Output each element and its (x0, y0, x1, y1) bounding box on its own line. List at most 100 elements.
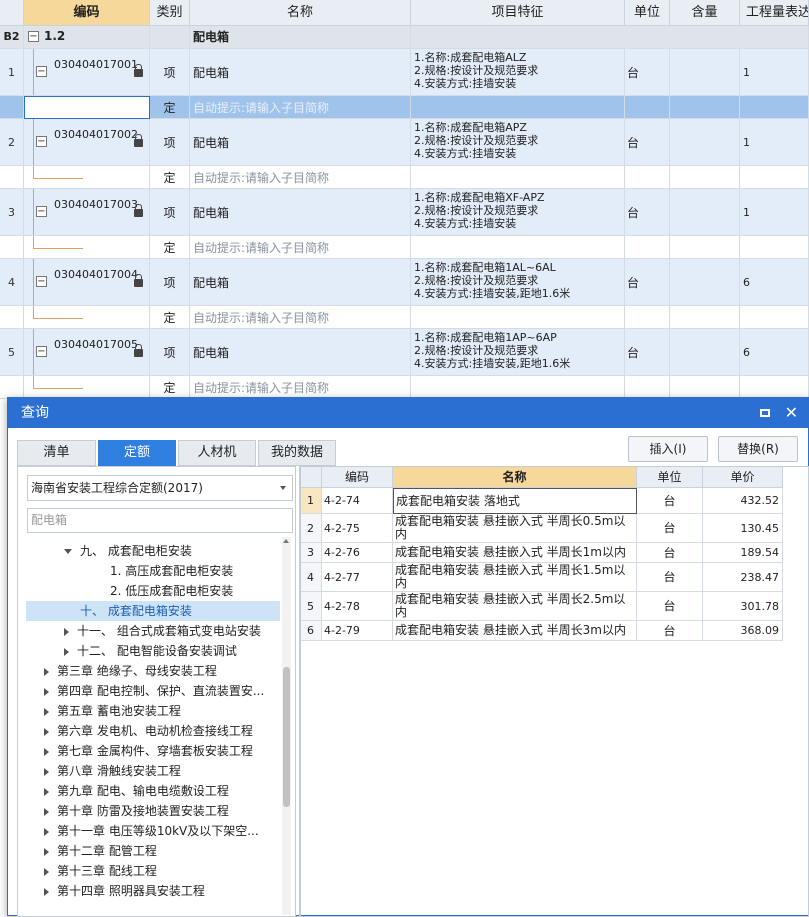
item-content[interactable] (670, 259, 740, 306)
item-code-cell[interactable]: − 030404017001 (24, 49, 150, 96)
tree-item[interactable]: 第三章 绝缘子、母线安装工程 (44, 661, 217, 681)
header-code[interactable]: 编码 (24, 0, 150, 26)
expand-icon[interactable] (64, 647, 69, 656)
item-name[interactable]: 配电箱 (190, 119, 411, 166)
tree-item[interactable]: 第五章 蓄电池安装工程 (44, 701, 181, 721)
tree-item[interactable]: 第十一章 电压等级10kV及以下架空... (44, 821, 259, 841)
tree-item[interactable]: 十、 成套配电箱安装 (26, 601, 280, 621)
item-feature[interactable]: 1.名称:成套配电箱ALZ 2.规格:按设计及规范要求 4.安装方式:挂墙安装 (411, 49, 625, 96)
result-code[interactable]: 4-2-77 (322, 563, 393, 592)
expand-icon[interactable] (44, 707, 49, 716)
tree-item[interactable]: 第十章 防雷及接地装置安装工程 (44, 801, 229, 821)
collapse-icon[interactable]: − (36, 206, 47, 217)
collapse-icon[interactable]: − (28, 31, 39, 42)
tree-item[interactable]: 九、 成套配电柜安装 (64, 541, 192, 561)
sub-hint[interactable]: 自动提示:请输入子目简称 (190, 96, 411, 119)
tree-item[interactable]: 第九章 配电、输电电缆敷设工程 (44, 781, 229, 801)
scrollbar-thumb[interactable] (283, 667, 290, 807)
item-name[interactable]: 配电箱 (190, 329, 411, 376)
scroll-up-icon[interactable] (283, 539, 289, 543)
header-content[interactable]: 含量 (670, 0, 740, 26)
result-name[interactable]: 成套配电箱安装 悬挂嵌入式 半周长0.5m以内 (393, 514, 637, 543)
expand-icon[interactable] (44, 667, 49, 676)
tree-item[interactable]: 第十二章 配管工程 (44, 841, 157, 861)
expand-icon[interactable] (44, 847, 49, 856)
header-feature[interactable]: 项目特征 (411, 0, 625, 26)
tab-quota[interactable]: 定额 (98, 440, 176, 466)
sub-hint[interactable]: 自动提示:请输入子目简称 (190, 236, 411, 259)
tab-materials[interactable]: 人材机 (178, 440, 256, 466)
result-code[interactable]: 4-2-78 (322, 592, 393, 621)
header-unit[interactable]: 单位 (625, 0, 670, 26)
item-name[interactable]: 配电箱 (190, 189, 411, 236)
tree-item[interactable]: 第十四章 照明器具安装工程 (44, 881, 205, 901)
item-quantity[interactable]: 1 (740, 49, 809, 96)
header-name[interactable]: 名称 (190, 0, 411, 26)
item-code-cell[interactable]: − 030404017002 (24, 119, 150, 166)
item-quantity[interactable]: 6 (740, 329, 809, 376)
tree-item[interactable]: 十二、 配电智能设备安装调试 (64, 641, 237, 661)
item-code-cell[interactable]: − 030404017003 (24, 189, 150, 236)
item-feature[interactable]: 1.名称:成套配电箱1AP~6AP 2.规格:按设计及规范要求 4.安装方式:挂… (411, 329, 625, 376)
expanded-icon[interactable] (64, 549, 72, 554)
quota-select[interactable]: 海南省安装工程综合定额(2017) (27, 475, 293, 501)
item-quantity[interactable]: 1 (740, 189, 809, 236)
expand-icon[interactable] (44, 727, 49, 736)
search-input[interactable]: 配电箱 (27, 508, 293, 533)
item-name[interactable]: 配电箱 (190, 49, 411, 96)
result-name[interactable]: 成套配电箱安装 悬挂嵌入式 半周长2.5m以内 (393, 592, 637, 621)
collapse-icon[interactable]: − (36, 276, 47, 287)
header-quantity-expr[interactable]: 工程量表达 (740, 0, 809, 26)
result-header-price[interactable]: 单价 (703, 466, 783, 488)
result-code[interactable]: 4-2-76 (322, 543, 393, 563)
expand-icon[interactable] (44, 767, 49, 776)
replace-button[interactable]: 替换(R) (718, 436, 798, 462)
tree-item[interactable]: 第十三章 配线工程 (44, 861, 157, 881)
result-header-unit[interactable]: 单位 (637, 466, 703, 488)
result-name[interactable]: 成套配电箱安装 悬挂嵌入式 半周长1.5m以内 (393, 563, 637, 592)
tree-item[interactable]: 2. 低压成套配电柜安装 (110, 581, 233, 601)
result-name[interactable]: 成套配电箱安装 落地式 (393, 488, 637, 514)
result-name[interactable]: 成套配电箱安装 悬挂嵌入式 半周长3m以内 (393, 621, 637, 641)
tree-item[interactable]: 1. 高压成套配电柜安装 (110, 561, 233, 581)
result-code[interactable]: 4-2-79 (322, 621, 393, 641)
expand-icon[interactable] (44, 887, 49, 896)
expand-icon[interactable] (44, 827, 49, 836)
item-code-cell[interactable]: − 030404017004 (24, 259, 150, 306)
collapse-icon[interactable]: − (36, 66, 47, 77)
insert-button[interactable]: 插入(I) (628, 436, 708, 462)
item-quantity[interactable]: 1 (740, 119, 809, 166)
item-name[interactable]: 配电箱 (190, 259, 411, 306)
item-content[interactable] (670, 119, 740, 166)
tree-scrollbar[interactable] (282, 537, 291, 915)
item-feature[interactable]: 1.名称:成套配电箱APZ 2.规格:按设计及规范要求 4.安装方式:挂墙安装 (411, 119, 625, 166)
sub-hint[interactable]: 自动提示:请输入子目简称 (190, 166, 411, 189)
result-code[interactable]: 4-2-75 (322, 514, 393, 543)
sub-hint[interactable]: 自动提示:请输入子目简称 (190, 306, 411, 329)
tree-item[interactable]: 第四章 配电控制、保护、直流装置安... (44, 681, 264, 701)
sub-hint[interactable]: 自动提示:请输入子目简称 (190, 376, 411, 399)
item-feature[interactable]: 1.名称:成套配电箱1AL~6AL 2.规格:按设计及规范要求 4.安装方式:挂… (411, 259, 625, 306)
tree-item[interactable]: 十一、 组合式成套箱式变电站安装 (64, 621, 261, 641)
item-quantity[interactable]: 6 (740, 259, 809, 306)
tree-item[interactable]: 第六章 发电机、电动机检查接线工程 (44, 721, 253, 741)
expand-icon[interactable] (44, 787, 49, 796)
collapse-icon[interactable]: − (36, 136, 47, 147)
result-code[interactable]: 4-2-74 (322, 488, 393, 514)
tree-item[interactable]: 第七章 金属构件、穿墙套板安装工程 (44, 741, 253, 761)
tree-item[interactable]: 第八章 滑触线安装工程 (44, 761, 181, 781)
result-header-code[interactable]: 编码 (322, 466, 393, 488)
tab-bill-list[interactable]: 清单 (17, 440, 96, 466)
expand-icon[interactable] (44, 687, 49, 696)
maximize-icon[interactable] (760, 409, 770, 417)
item-content[interactable] (670, 189, 740, 236)
group-code-cell[interactable]: − 1.2 (24, 26, 150, 49)
collapse-icon[interactable]: − (36, 346, 47, 357)
item-feature[interactable]: 1.名称:成套配电箱XF-APZ 2.规格:按设计及规范要求 4.安装方式:挂墙… (411, 189, 625, 236)
item-code-cell[interactable]: − 030404017005 (24, 329, 150, 376)
expand-icon[interactable] (64, 627, 69, 636)
sub-code-input[interactable] (24, 96, 150, 119)
item-content[interactable] (670, 49, 740, 96)
result-header-name[interactable]: 名称 (393, 466, 637, 488)
expand-icon[interactable] (44, 867, 49, 876)
